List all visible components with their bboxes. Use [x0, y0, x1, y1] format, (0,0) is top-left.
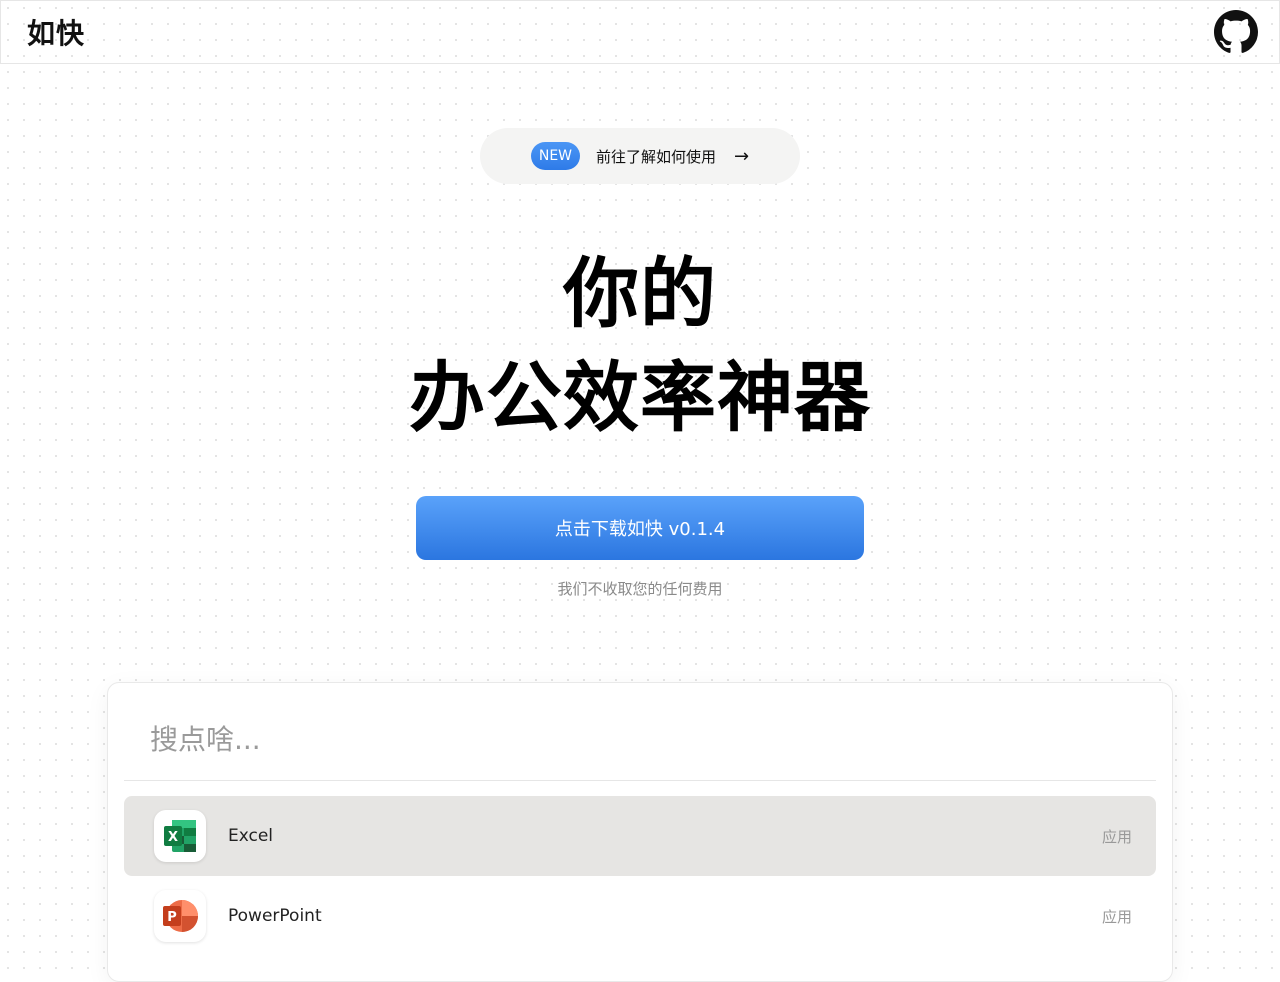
svg-text:X: X: [168, 830, 178, 845]
result-item-excel[interactable]: X Excel 应用: [124, 796, 1156, 876]
github-icon: [1214, 10, 1258, 53]
announcement-pill[interactable]: NEW 前往了解如何使用 →: [480, 128, 800, 184]
svg-text:P: P: [167, 910, 177, 925]
result-type: 应用: [1101, 907, 1132, 926]
new-badge: NEW: [530, 142, 581, 170]
hero-heading: 你的 办公效率神器: [0, 242, 1280, 450]
search-panel: X Excel 应用 P PowerPoint 应用: [107, 682, 1173, 982]
top-navbar: 如快: [0, 0, 1280, 64]
result-name: PowerPoint: [228, 906, 322, 926]
download-button[interactable]: 点击下载如快 v0.1.4: [416, 496, 864, 560]
free-note: 我们不收取您的任何费用: [557, 580, 723, 598]
result-name: Excel: [228, 826, 274, 846]
arrow-right-icon: →: [734, 145, 750, 167]
github-link[interactable]: [1214, 10, 1258, 54]
search-input[interactable]: [124, 699, 1156, 781]
hero-line-2: 办公效率神器: [409, 353, 871, 442]
hero-line-1: 你的: [563, 249, 717, 338]
announcement-text: 前往了解如何使用: [596, 147, 717, 166]
brand-logo[interactable]: 如快: [27, 12, 85, 52]
result-type: 应用: [1101, 827, 1132, 846]
excel-icon: X: [154, 810, 206, 862]
result-item-powerpoint[interactable]: P PowerPoint 应用: [124, 876, 1156, 956]
powerpoint-icon: P: [154, 890, 206, 942]
